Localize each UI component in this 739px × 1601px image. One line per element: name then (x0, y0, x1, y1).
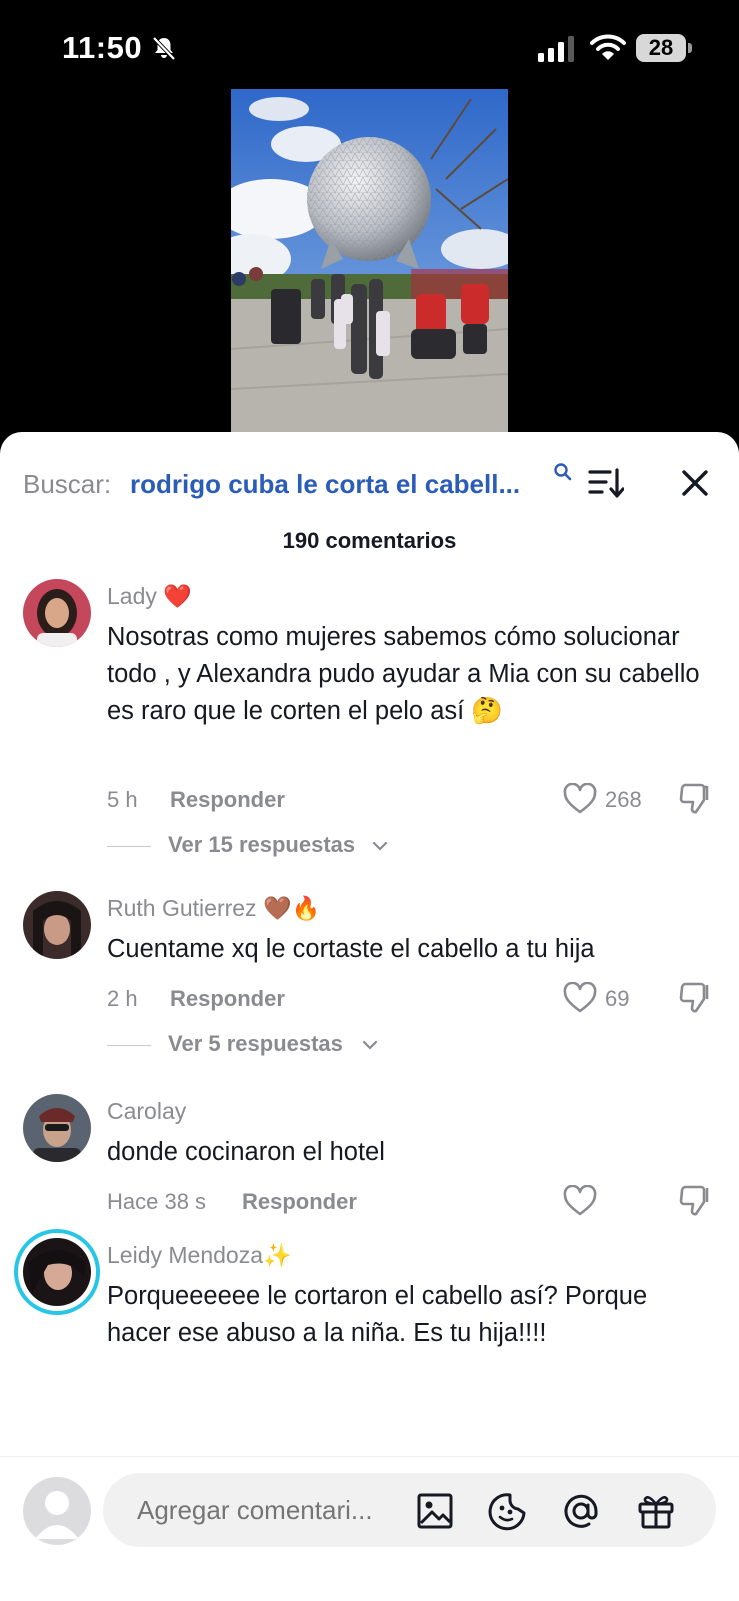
avatar[interactable] (23, 891, 91, 959)
avatar[interactable] (23, 579, 91, 647)
chevron-down-icon (372, 841, 388, 851)
bell-muted-icon (152, 36, 176, 61)
mention-icon[interactable] (561, 1491, 601, 1531)
reply-button[interactable]: Responder (170, 787, 285, 813)
close-icon[interactable] (678, 466, 712, 500)
comments-count: 190 comentarios (282, 528, 457, 553)
status-bar: 11:50 28 (0, 0, 739, 90)
video-thumbnail[interactable] (231, 89, 508, 434)
avatar[interactable] (23, 1094, 91, 1162)
search-query-link[interactable]: rodrigo cuba le corta el cabell... (130, 469, 520, 500)
dislike-icon[interactable] (677, 781, 711, 815)
emoji-sticker-icon[interactable] (488, 1491, 528, 1531)
comment-username[interactable]: Carolay (107, 1098, 186, 1125)
comment-input[interactable] (135, 1494, 409, 1527)
comment-text: donde cocinaron el hotel (107, 1138, 385, 1166)
like-count: 268 (605, 787, 642, 812)
search-bar[interactable]: Buscar: rodrigo cuba le corta el cabell.… (23, 462, 723, 506)
wifi-icon (590, 34, 626, 60)
image-icon[interactable] (415, 1491, 455, 1531)
reply-button[interactable]: Responder (242, 1189, 357, 1215)
comment-item: Carolay donde cocinaron el hotel Hace 38… (0, 1092, 739, 1222)
gift-icon[interactable] (636, 1491, 676, 1531)
comment-username[interactable]: Lady ❤️ (107, 583, 192, 610)
battery-icon: 28 (636, 34, 692, 62)
comment-text: Porqueeeeee le cortaron el cabello así? … (107, 1282, 648, 1347)
avatar-story-ring[interactable] (14, 1229, 100, 1315)
comment-time: 2 h (107, 986, 138, 1011)
comment-item: Ruth Gutierrez 🤎🔥 Cuentame xq le cortast… (0, 889, 739, 1069)
view-replies-button[interactable]: Ver 15 respuestas (107, 832, 407, 862)
comment-composer (0, 1456, 739, 1601)
comment-username[interactable]: Ruth Gutierrez 🤎🔥 (107, 895, 320, 922)
comment-item: Lady ❤️ Nosotras como mujeres sabemos có… (0, 577, 739, 867)
reply-button[interactable]: Responder (170, 986, 285, 1012)
heart-icon[interactable] (563, 1185, 597, 1217)
view-replies-button[interactable]: Ver 5 respuestas (107, 1031, 397, 1061)
heart-icon[interactable] (563, 982, 597, 1014)
comment-text: Nosotras como mujeres sabemos cómo soluc… (107, 623, 700, 725)
epcot-photo (231, 89, 508, 434)
user-avatar[interactable] (23, 1477, 91, 1545)
status-time: 11:50 (62, 30, 143, 65)
view-replies-label: Ver 15 respuestas (168, 832, 356, 857)
view-replies-label: Ver 5 respuestas (168, 1031, 343, 1056)
comment-time: 5 h (107, 787, 138, 812)
heart-icon[interactable] (563, 783, 597, 815)
comments-sheet: Buscar: rodrigo cuba le corta el cabell.… (0, 432, 739, 1600)
like-count: 69 (605, 986, 630, 1011)
chevron-down-icon (362, 1040, 378, 1050)
search-prefix: Buscar: (23, 469, 112, 499)
search-icon[interactable] (553, 462, 573, 482)
sort-icon[interactable] (588, 466, 624, 500)
comment-time: Hace 38 s (107, 1189, 207, 1214)
dislike-icon[interactable] (677, 980, 711, 1014)
comment-username[interactable]: Leidy Mendoza✨ (107, 1242, 292, 1269)
comment-text: Cuentame xq le cortaste el cabello a tu … (107, 935, 595, 963)
comment-item: Leidy Mendoza✨ Porqueeeeee le cortaron e… (0, 1229, 739, 1456)
dislike-icon[interactable] (677, 1183, 711, 1217)
battery-level: 28 (636, 34, 686, 62)
comment-input-container[interactable] (103, 1473, 716, 1547)
cellular-signal-icon (538, 36, 574, 62)
